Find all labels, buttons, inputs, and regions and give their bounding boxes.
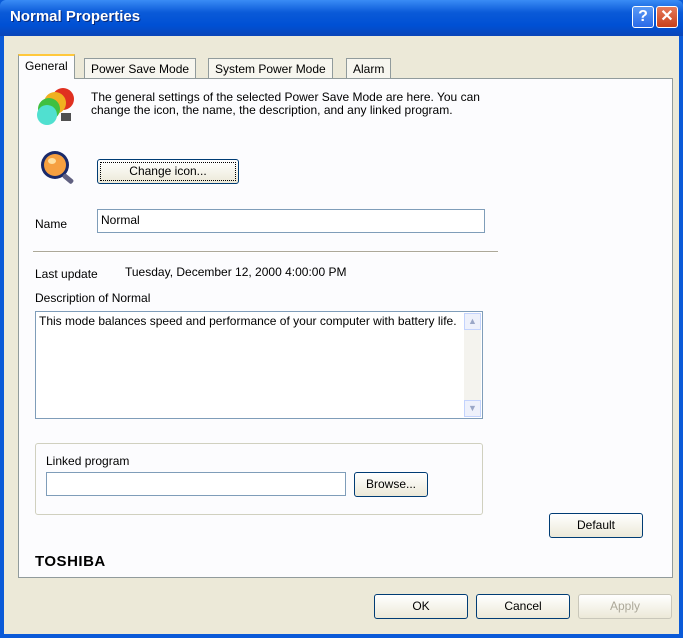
tab-alarm[interactable]: Alarm [346,58,392,78]
separator [33,251,498,253]
properties-window: Normal Properties ? ✕ General Power Save… [0,0,683,638]
title-bar[interactable]: Normal Properties ? ✕ [0,0,683,36]
default-button[interactable]: Default [549,513,643,538]
focus-rect [100,162,236,181]
intro-text: The general settings of the selected Pow… [91,90,480,117]
tab-general[interactable]: General [18,54,75,79]
linked-program-input[interactable] [46,472,346,496]
description-textarea[interactable]: This mode balances speed and performance… [35,311,483,419]
window-title: Normal Properties [10,8,141,25]
name-label: Name [35,217,68,231]
browse-button[interactable]: Browse... [354,472,428,497]
dialog-client: General Power Save Mode System Power Mod… [4,36,679,634]
help-button[interactable]: ? [632,6,654,28]
description-text: This mode balances speed and performance… [39,314,457,328]
linked-program-group: Linked program Browse... [35,443,483,515]
last-update-label: Last update [35,267,98,281]
close-button[interactable]: ✕ [656,6,678,28]
linked-program-label: Linked program [46,454,130,468]
power-modes-icon [37,88,74,125]
tab-system-power-mode[interactable]: System Power Mode [208,58,333,78]
ok-button[interactable]: OK [374,594,468,619]
general-panel: The general settings of the selected Pow… [18,78,673,578]
mode-lightbulb-icon [41,151,74,184]
description-label: Description of Normal [35,291,151,305]
description-scrollbar[interactable]: ▲ ▼ [464,313,481,417]
change-icon-button[interactable]: Change icon... [97,159,239,184]
scroll-up-icon[interactable]: ▲ [464,313,481,330]
cancel-button[interactable]: Cancel [476,594,570,619]
name-input[interactable]: Normal [97,209,485,233]
apply-button[interactable]: Apply [578,594,672,619]
scroll-down-icon[interactable]: ▼ [464,400,481,417]
toshiba-logo: TOSHIBA [35,553,106,570]
tab-power-save-mode[interactable]: Power Save Mode [84,58,197,78]
last-update-value: Tuesday, December 12, 2000 4:00:00 PM [125,265,347,279]
